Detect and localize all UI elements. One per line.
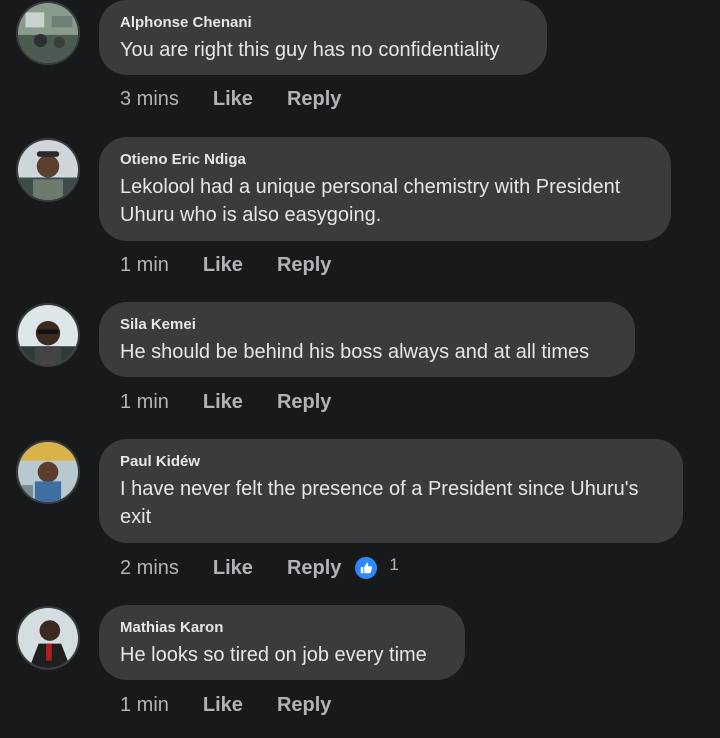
comment-bubble: Mathias Karon He looks so tired on job e… xyxy=(99,605,465,680)
like-button[interactable]: Like xyxy=(213,557,253,580)
avatar[interactable] xyxy=(16,606,80,670)
avatar-image xyxy=(18,305,78,365)
avatar-image xyxy=(18,608,78,668)
comment-actions: 1 min Like Reply xyxy=(120,691,365,719)
avatar-image xyxy=(18,140,78,200)
avatar-image xyxy=(18,442,78,502)
reply-button[interactable]: Reply xyxy=(287,88,341,111)
comment-author[interactable]: Paul Kidéw xyxy=(120,453,661,471)
like-button[interactable]: Like xyxy=(203,391,243,414)
comment-author[interactable]: Sila Kemei xyxy=(120,316,613,334)
comment-author[interactable]: Alphonse Chenani xyxy=(120,14,525,32)
like-button[interactable]: Like xyxy=(203,254,243,277)
reaction-count: 1 xyxy=(389,555,399,574)
comment-bubble: Otieno Eric Ndiga Lekolool had a unique … xyxy=(99,137,671,241)
comment-text: He looks so tired on job every time xyxy=(120,644,427,666)
like-button[interactable]: Like xyxy=(203,694,243,717)
avatar[interactable] xyxy=(16,440,80,504)
comment-timestamp[interactable]: 2 mins xyxy=(120,557,179,580)
comment-timestamp[interactable]: 3 mins xyxy=(120,88,179,111)
avatar[interactable] xyxy=(16,138,80,202)
comment-actions: 3 mins Like Reply xyxy=(120,85,375,113)
comment-bubble: Sila Kemei He should be behind his boss … xyxy=(99,302,635,377)
like-button[interactable]: Like xyxy=(213,88,253,111)
comment-actions: 1 min Like Reply xyxy=(120,251,365,279)
comment-bubble: Alphonse Chenani You are right this guy … xyxy=(99,0,547,75)
comment-actions: 2 mins Like Reply 1 xyxy=(120,554,399,582)
avatar[interactable] xyxy=(16,303,80,367)
reply-button[interactable]: Reply xyxy=(287,557,341,580)
comment-timestamp[interactable]: 1 min xyxy=(120,391,169,414)
comment-text: You are right this guy has no confidenti… xyxy=(120,39,500,61)
comment-text: He should be behind his boss always and … xyxy=(120,341,590,363)
comment-bubble: Paul Kidéw I have never felt the presenc… xyxy=(99,439,683,543)
reply-button[interactable]: Reply xyxy=(277,391,331,414)
avatar-image xyxy=(18,3,78,63)
comment-timestamp[interactable]: 1 min xyxy=(120,254,169,277)
avatar[interactable] xyxy=(16,1,80,65)
reply-button[interactable]: Reply xyxy=(277,694,331,717)
comment-author[interactable]: Mathias Karon xyxy=(120,619,443,637)
thumbs-up-icon xyxy=(353,555,380,581)
comment-timestamp[interactable]: 1 min xyxy=(120,694,169,717)
comment-author[interactable]: Otieno Eric Ndiga xyxy=(120,151,649,169)
comment-actions: 1 min Like Reply xyxy=(120,388,365,416)
reaction-badge[interactable]: 1 xyxy=(353,555,399,581)
comment-text: I have never felt the presence of a Pres… xyxy=(120,478,639,528)
reply-button[interactable]: Reply xyxy=(277,254,331,277)
comment-text: Lekolool had a unique personal chemistry… xyxy=(120,176,621,226)
